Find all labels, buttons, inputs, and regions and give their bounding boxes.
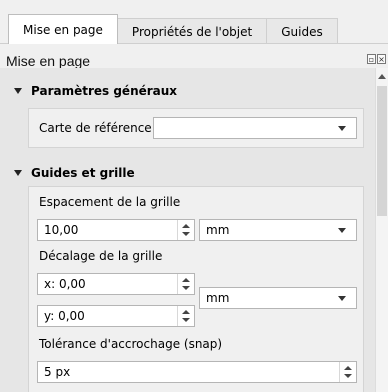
tab-label: Mise en page — [23, 22, 103, 37]
float-panel-icon[interactable]: ▫ — [367, 54, 376, 64]
section-guides-header[interactable]: Guides et grille — [14, 166, 135, 180]
tab-bar: Mise en page Propriétés de l'objet Guide… — [8, 14, 338, 44]
tab-label: Propriétés de l'objet — [131, 24, 253, 39]
scroll-up-icon[interactable] — [378, 74, 386, 79]
section-general-box: Carte de référence — [28, 108, 364, 148]
panel-title: Mise en page — [6, 53, 91, 69]
tab-proprietes-objet[interactable]: Propriétés de l'objet — [116, 18, 268, 44]
grid-offset-x-value: x: 0,00 — [44, 277, 86, 291]
grid-offset-x-spinbox[interactable]: x: 0,00 — [37, 273, 195, 295]
collapse-triangle-icon — [14, 88, 22, 94]
section-general-header[interactable]: Paramètres généraux — [14, 84, 177, 98]
reference-map-combo[interactable] — [153, 117, 357, 139]
chevron-down-icon — [338, 126, 346, 131]
tab-guides[interactable]: Guides — [266, 18, 338, 44]
snap-tolerance-value: 5 px — [44, 365, 71, 379]
grid-spacing-value: 10,00 — [44, 223, 79, 237]
close-panel-icon[interactable]: × — [377, 54, 386, 64]
snap-tolerance-spinbox[interactable]: 5 px — [37, 361, 357, 383]
grid-offset-y-spinbox[interactable]: y: 0,00 — [37, 305, 195, 327]
snap-tolerance-label: Tolérance d'accrochage (snap) — [39, 337, 223, 351]
grid-spacing-spinbox[interactable]: 10,00 — [37, 219, 195, 241]
spinner-arrows-icon[interactable] — [177, 274, 194, 294]
grid-offset-y-value: y: 0,00 — [44, 309, 85, 323]
section-guides-title: Guides et grille — [31, 166, 135, 180]
spinner-arrows-icon[interactable] — [177, 220, 194, 240]
grid-offset-unit: mm — [206, 291, 230, 305]
spinner-arrows-icon[interactable] — [177, 306, 194, 326]
spinner-arrows-icon[interactable] — [339, 362, 356, 382]
grid-spacing-unit: mm — [206, 223, 230, 237]
collapse-triangle-icon — [14, 170, 22, 176]
chevron-down-icon — [338, 228, 346, 233]
grid-spacing-label: Espacement de la grille — [39, 195, 181, 209]
section-guides-box: Espacement de la grille 10,00 mm Décalag… — [28, 186, 364, 392]
panel-content: Paramètres généraux Carte de référence G… — [0, 68, 376, 392]
vertical-scrollbar[interactable] — [375, 68, 388, 392]
grid-spacing-unit-combo[interactable]: mm — [199, 219, 357, 241]
section-general-title: Paramètres généraux — [31, 84, 178, 98]
grid-offset-unit-combo[interactable]: mm — [199, 287, 357, 309]
dock-buttons: ▫ × — [367, 54, 386, 64]
scrollbar-thumb[interactable] — [377, 86, 387, 216]
grid-offset-label: Décalage de la grille — [39, 249, 163, 263]
tab-label: Guides — [281, 24, 323, 39]
reference-map-label: Carte de référence — [39, 121, 152, 135]
chevron-down-icon — [338, 296, 346, 301]
tab-mise-en-page[interactable]: Mise en page — [8, 14, 118, 44]
